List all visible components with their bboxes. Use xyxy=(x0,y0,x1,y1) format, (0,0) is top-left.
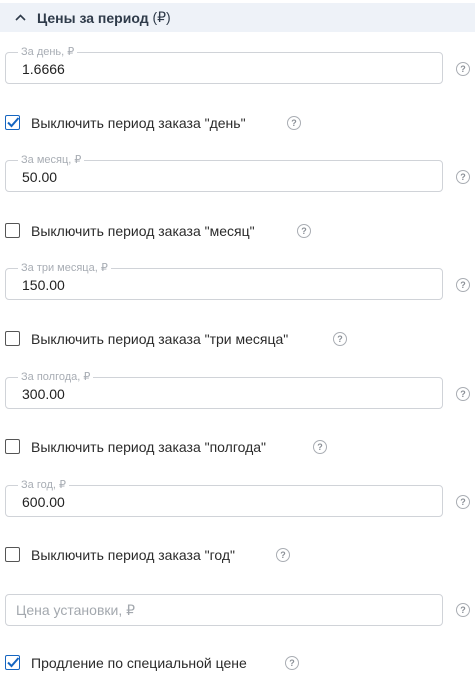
help-icon[interactable]: ? xyxy=(456,278,470,292)
setup-price-placeholder: Цена установки, ₽ xyxy=(16,602,136,618)
disable-day-label: Выключить период заказа "день" xyxy=(31,115,246,131)
price-half-year-label: За полгода, ₽ xyxy=(18,370,94,384)
section-header-prices[interactable]: Цены за период (₽) xyxy=(0,3,475,32)
help-icon[interactable]: ? xyxy=(297,224,311,238)
price-month-value: 50.00 xyxy=(22,169,58,185)
help-icon[interactable]: ? xyxy=(456,62,470,76)
disable-half-year-label: Выключить период заказа "полгода" xyxy=(31,439,267,455)
section-currency: (₽) xyxy=(152,9,171,25)
price-three-months-field[interactable]: За три месяца, ₽ 150.00 xyxy=(5,261,443,300)
help-icon[interactable]: ? xyxy=(285,656,299,670)
price-year-label: За год, ₽ xyxy=(18,478,69,492)
disable-half-year-checkbox[interactable] xyxy=(5,439,20,454)
price-three-months-value: 150.00 xyxy=(22,277,65,293)
price-day-label: За день, ₽ xyxy=(18,45,78,59)
help-icon[interactable]: ? xyxy=(456,603,470,617)
price-year-field[interactable]: За год, ₽ 600.00 xyxy=(5,478,443,517)
setup-price-field[interactable]: Цена установки, ₽ xyxy=(5,594,443,626)
price-year-value: 600.00 xyxy=(22,494,65,510)
price-three-months-label: За три месяца, ₽ xyxy=(18,261,111,275)
section-title: Цены за период xyxy=(37,9,149,26)
help-icon[interactable]: ? xyxy=(333,332,347,346)
chevron-up-icon[interactable] xyxy=(14,11,27,24)
help-icon[interactable]: ? xyxy=(313,440,327,454)
help-icon[interactable]: ? xyxy=(456,495,470,509)
help-icon[interactable]: ? xyxy=(276,548,290,562)
price-day-value: 1.6666 xyxy=(22,61,65,77)
disable-month-checkbox[interactable] xyxy=(5,223,20,238)
price-half-year-value: 300.00 xyxy=(22,386,65,402)
disable-day-checkbox[interactable] xyxy=(5,115,20,130)
disable-three-months-label: Выключить период заказа "три месяца" xyxy=(31,331,289,347)
help-icon[interactable]: ? xyxy=(456,170,470,184)
price-month-field[interactable]: За месяц, ₽ 50.00 xyxy=(5,153,443,192)
price-day-field[interactable]: За день, ₽ 1.6666 xyxy=(5,45,443,84)
help-icon[interactable]: ? xyxy=(456,387,470,401)
special-renewal-label: Продление по специальной цене xyxy=(31,655,247,671)
disable-year-checkbox[interactable] xyxy=(5,547,20,562)
price-month-label: За месяц, ₽ xyxy=(18,153,85,167)
disable-year-label: Выключить период заказа "год" xyxy=(31,547,236,563)
disable-three-months-checkbox[interactable] xyxy=(5,331,20,346)
price-half-year-field[interactable]: За полгода, ₽ 300.00 xyxy=(5,370,443,409)
help-icon[interactable]: ? xyxy=(287,116,301,130)
special-renewal-checkbox[interactable] xyxy=(5,655,20,670)
disable-month-label: Выключить период заказа "месяц" xyxy=(31,223,255,239)
